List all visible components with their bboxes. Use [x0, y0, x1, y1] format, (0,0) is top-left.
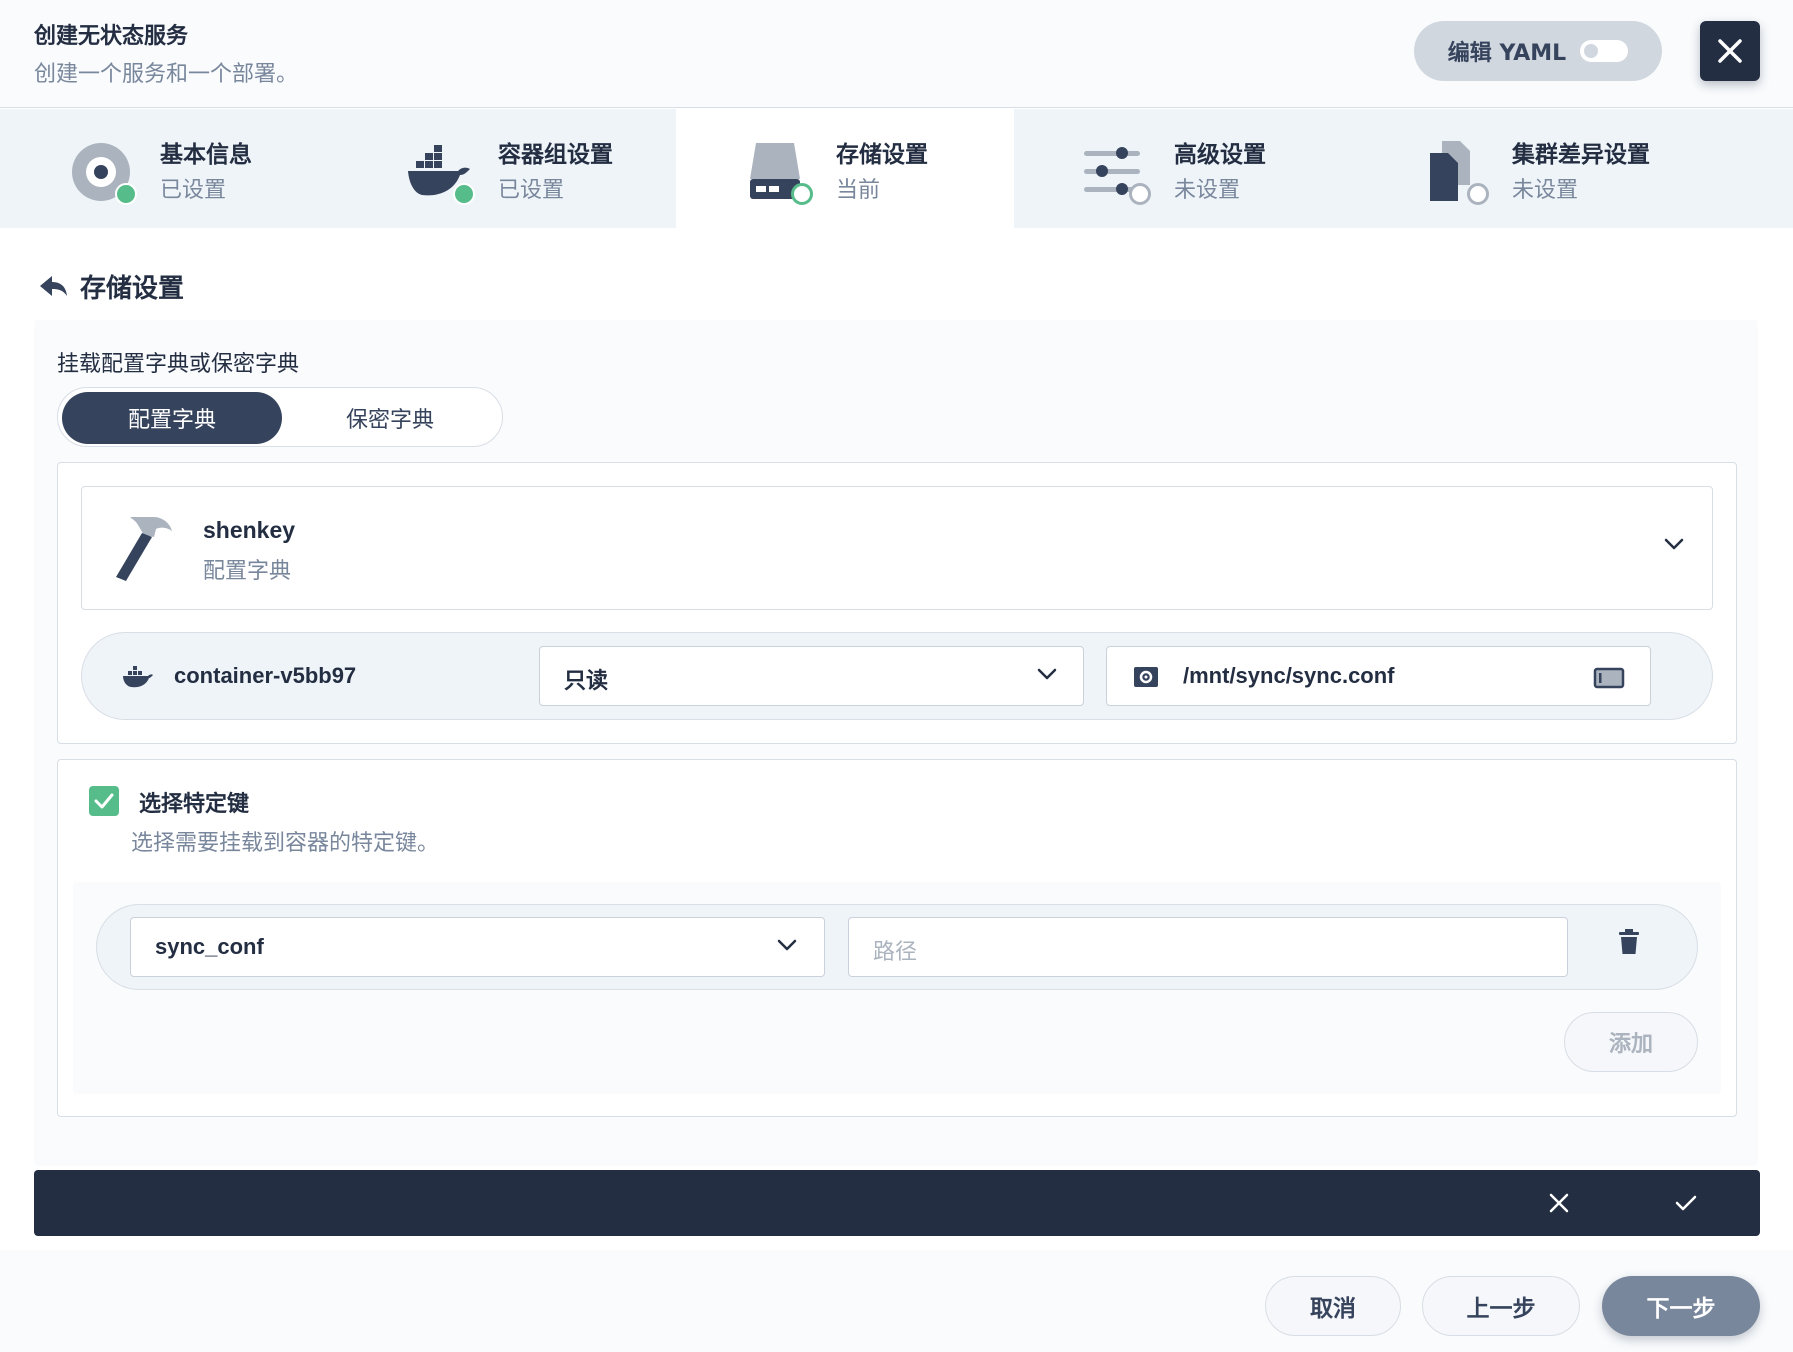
- step-state: 已设置: [498, 178, 565, 203]
- step-name: 高级设置: [1174, 142, 1266, 168]
- step-basic-info[interactable]: 基本信息 已设置: [0, 109, 338, 228]
- step-state: 已设置: [160, 178, 227, 203]
- mount-path-input[interactable]: /mnt/sync/sync.conf: [1106, 646, 1651, 706]
- step-todo-dot: [1467, 183, 1489, 205]
- add-key-button[interactable]: 添加: [1564, 1012, 1698, 1072]
- container-name: container-v5bb97: [174, 663, 357, 688]
- tab-configmap[interactable]: 配置字典: [62, 392, 282, 444]
- mount-label: 挂载配置字典或保密字典: [57, 352, 300, 377]
- close-icon: [1718, 39, 1742, 63]
- specific-keys-label: 选择特定键: [139, 792, 250, 817]
- check-icon: [94, 793, 114, 809]
- chevron-down-icon: [1037, 668, 1057, 680]
- cancel-button[interactable]: 取消: [1265, 1276, 1401, 1336]
- gear-icon: [1134, 667, 1158, 687]
- key-path-placeholder: 路径: [873, 940, 918, 965]
- step-name: 集群差异设置: [1512, 142, 1650, 168]
- step-done-dot: [115, 183, 137, 205]
- configmap-select[interactable]: shenkey 配置字典: [81, 486, 1713, 610]
- chevron-down-icon: [777, 939, 797, 951]
- modal-subtitle: 创建一个服务和一个部署。: [34, 62, 299, 87]
- edit-yaml-toggle[interactable]: 编辑 YAML: [1414, 21, 1662, 81]
- next-button[interactable]: 下一步: [1602, 1276, 1760, 1336]
- section-title: 存储设置: [80, 274, 185, 304]
- key-select[interactable]: sync_conf: [130, 917, 825, 977]
- mount-type-switch: 配置字典 保密字典: [57, 387, 503, 447]
- access-mode-value: 只读: [564, 669, 609, 694]
- cancel-icon[interactable]: [1547, 1191, 1571, 1215]
- previous-button[interactable]: 上一步: [1422, 1276, 1580, 1336]
- specific-keys-checkbox[interactable]: [89, 786, 119, 816]
- step-current-dot: [791, 183, 813, 205]
- step-state: 未设置: [1174, 178, 1241, 203]
- step-state: 未设置: [1512, 178, 1579, 203]
- step-name: 存储设置: [836, 142, 928, 168]
- toggle-switch[interactable]: [1580, 40, 1629, 62]
- back-to-storage[interactable]: 存储设置: [38, 268, 184, 305]
- step-todo-dot: [1129, 183, 1151, 205]
- close-button[interactable]: [1700, 21, 1760, 81]
- edit-yaml-label: 编辑 YAML: [1447, 41, 1567, 66]
- input-icon: [1593, 667, 1625, 689]
- key-path-input[interactable]: 路径: [848, 917, 1568, 977]
- access-mode-select[interactable]: 只读: [539, 646, 1084, 706]
- confirm-bar: [34, 1170, 1760, 1236]
- chevron-down-icon: [1664, 538, 1684, 550]
- docker-icon: [123, 666, 153, 688]
- modal-title: 创建无状态服务: [34, 24, 189, 49]
- configmap-type: 配置字典: [203, 559, 292, 584]
- tab-secret[interactable]: 保密字典: [280, 392, 500, 444]
- step-advanced-settings[interactable]: 高级设置 未设置: [1014, 109, 1352, 228]
- step-pod-settings[interactable]: 容器组设置 已设置: [338, 109, 676, 228]
- confirm-icon[interactable]: [1674, 1192, 1698, 1214]
- step-state: 当前: [836, 178, 881, 203]
- back-arrow-icon: [40, 275, 67, 296]
- hammer-icon: [116, 517, 172, 581]
- specific-keys-desc: 选择需要挂载到容器的特定键。: [131, 831, 440, 856]
- modal-header: 创建无状态服务 创建一个服务和一个部署。 编辑 YAML: [0, 0, 1793, 108]
- key-select-value: sync_conf: [155, 934, 264, 959]
- trash-icon[interactable]: [1618, 928, 1640, 956]
- step-done-dot: [453, 183, 475, 205]
- step-bar: 基本信息 已设置 容器组设置 已设置 存储设置 当前 高级设置 未设置 集群差异…: [0, 109, 1793, 228]
- configmap-name: shenkey: [203, 517, 296, 543]
- step-name: 基本信息: [160, 142, 252, 168]
- step-storage-settings[interactable]: 存储设置 当前: [676, 109, 1014, 228]
- step-cluster-diff[interactable]: 集群差异设置 未设置: [1352, 109, 1690, 228]
- mount-path-value: /mnt/sync/sync.conf: [1183, 663, 1395, 688]
- step-name: 容器组设置: [498, 142, 613, 168]
